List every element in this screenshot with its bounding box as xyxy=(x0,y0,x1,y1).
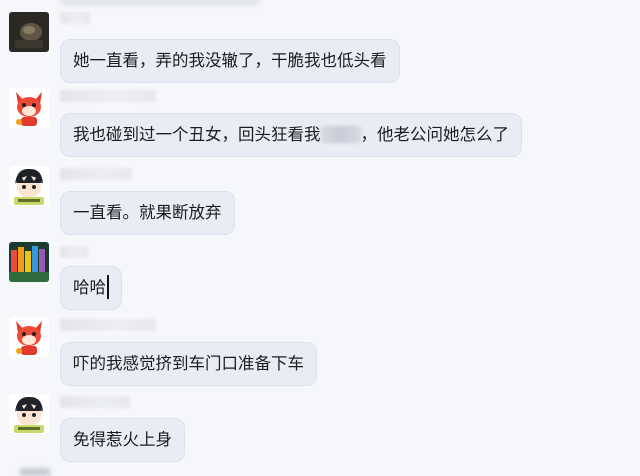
sender-name-blurred xyxy=(60,396,130,408)
sender-name-blurred xyxy=(60,168,132,180)
blurred-previous-message xyxy=(60,0,260,6)
avatar-fox[interactable] xyxy=(9,88,49,128)
chat-window: 她一直看，弄的我没辙了，干脆我也低头看 我也碰到过一个丑女，回头狂看我 ，他老公问… xyxy=(0,0,640,476)
message-text: 免得惹火上身 xyxy=(73,430,172,449)
sender-name-blurred xyxy=(60,246,88,258)
cartoon-boy-avatar-icon xyxy=(9,394,49,434)
avatar-cartoon-boy[interactable] xyxy=(9,166,49,206)
fox-avatar-icon xyxy=(9,88,49,128)
cartoon-boy-avatar-icon xyxy=(9,166,49,206)
message-text: 我也碰到过一个丑女，回头狂看我 xyxy=(73,125,321,144)
text-cursor xyxy=(107,275,109,299)
message-bubble[interactable]: 免得惹火上身 xyxy=(60,418,185,462)
avatar-cartoon-boy[interactable] xyxy=(9,394,49,434)
message-bubble[interactable]: 吓的我感觉挤到车门口准备下车 xyxy=(60,342,317,386)
censored-text xyxy=(320,126,361,143)
message-bubble[interactable]: 她一直看，弄的我没辙了，干脆我也低头看 xyxy=(60,39,400,83)
fox-avatar-icon xyxy=(9,317,49,357)
avatar-fox[interactable] xyxy=(9,317,49,357)
message-text: 一直看。就果断放弃 xyxy=(73,203,222,222)
message-bubble[interactable]: 我也碰到过一个丑女，回头狂看我 ，他老公问她怎么了 xyxy=(60,113,522,157)
sender-name-blurred xyxy=(60,12,90,24)
sender-name-blurred xyxy=(60,90,156,102)
message-bubble[interactable]: 一直看。就果断放弃 xyxy=(60,191,235,235)
message-bubble[interactable]: 哈哈 xyxy=(60,266,122,310)
avatar-dark-photo[interactable] xyxy=(9,12,49,52)
message-text: 她一直看，弄的我没辙了，干脆我也低头看 xyxy=(73,51,387,70)
message-text: 吓的我感觉挤到车门口准备下车 xyxy=(73,354,304,373)
dark-photo-avatar-icon xyxy=(9,12,49,52)
sender-name-blurred xyxy=(60,319,156,331)
avatar-colored-pencils[interactable] xyxy=(9,242,49,282)
blurred-next-message xyxy=(20,468,50,476)
message-text-continued: ，他老公问她怎么了 xyxy=(360,125,510,144)
message-text: 哈哈 xyxy=(73,278,106,297)
colored-pencils-avatar-icon xyxy=(9,242,49,282)
